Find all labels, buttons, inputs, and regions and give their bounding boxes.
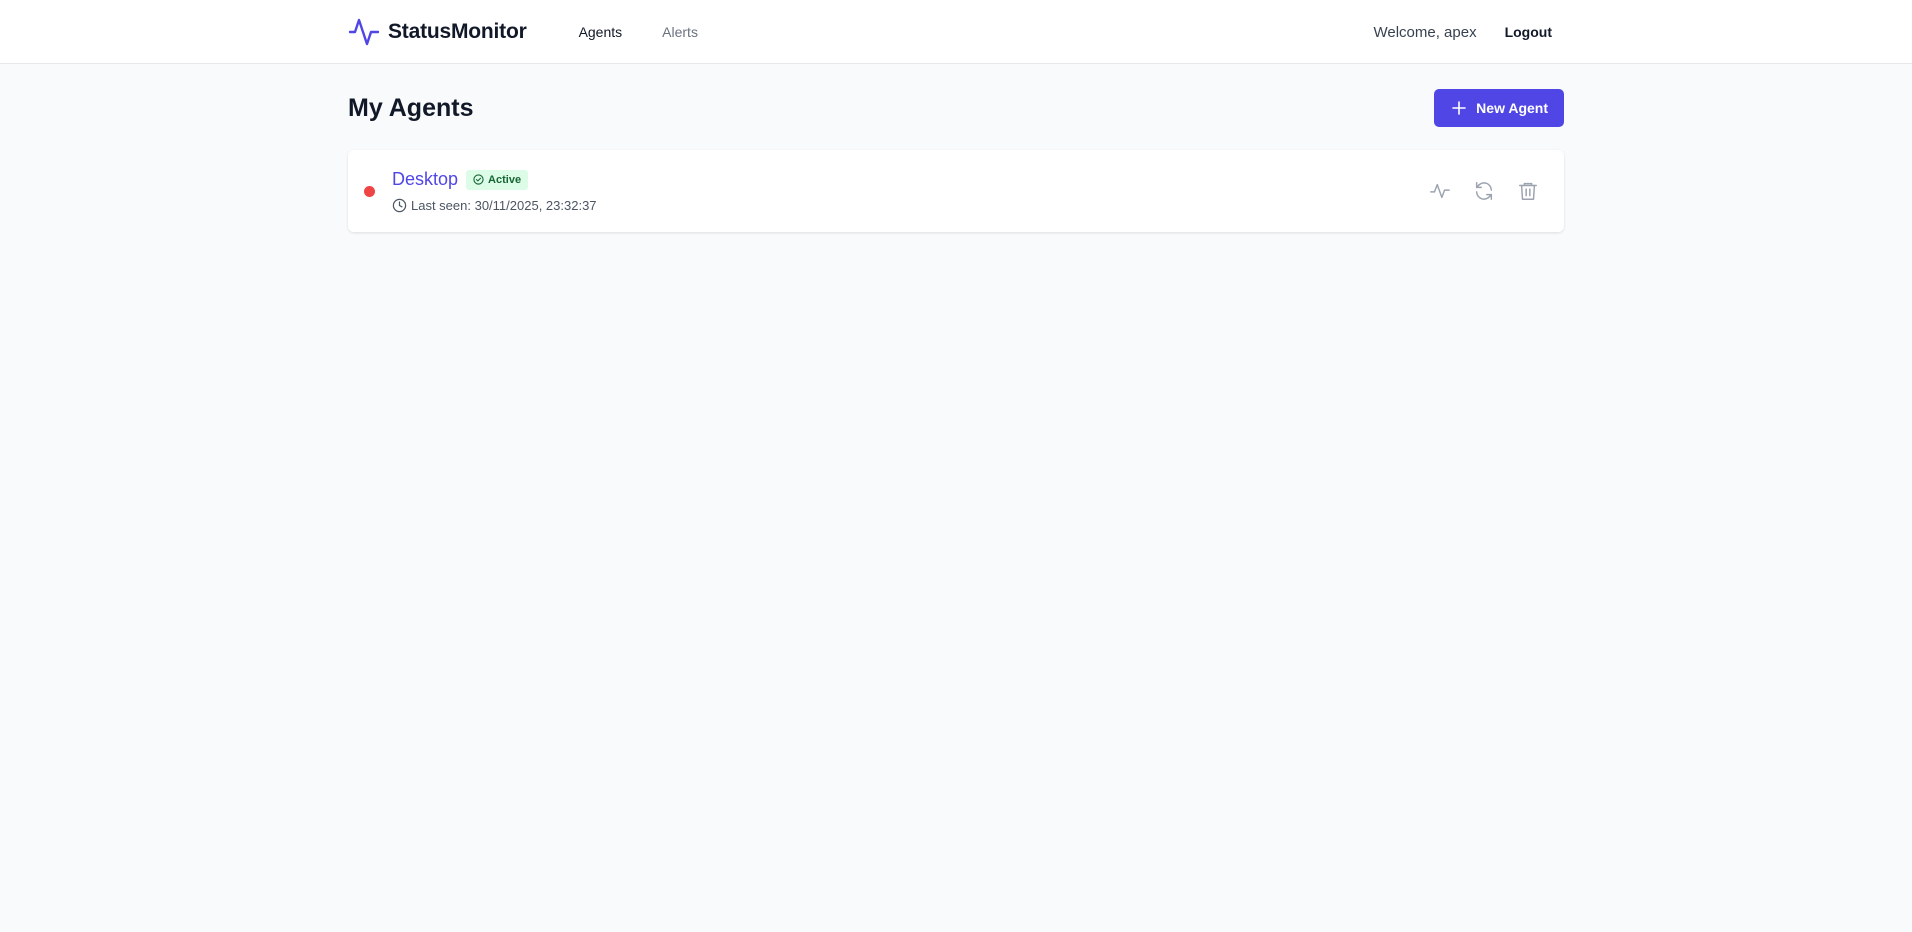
main-nav: Agents Alerts (579, 24, 698, 40)
check-circle-icon (473, 174, 484, 185)
plus-icon (1452, 101, 1466, 115)
brand-name: StatusMonitor (388, 20, 527, 43)
agent-status-dot (364, 186, 375, 197)
welcome-text: Welcome, apex (1373, 23, 1477, 41)
agent-name-link[interactable]: Desktop (392, 169, 458, 190)
status-badge: Active (466, 169, 529, 190)
agent-card: Desktop Active Last seen: 30/11/2025, 23… (348, 150, 1564, 232)
pulse-logo-icon (348, 18, 380, 46)
last-seen-text: Last seen: 30/11/2025, 23:32:37 (411, 198, 597, 213)
nav-item-agents[interactable]: Agents (579, 24, 623, 40)
agent-info: Desktop Active Last seen: 30/11/2025, 23… (392, 169, 597, 213)
delete-button[interactable] (1514, 177, 1542, 205)
navbar-container: StatusMonitor Agents Alerts Welcome, ape… (348, 0, 1564, 64)
agent-last-seen: Last seen: 30/11/2025, 23:32:37 (392, 198, 597, 213)
agent-actions (1426, 177, 1542, 205)
status-badge-label: Active (488, 173, 522, 186)
activity-button[interactable] (1426, 177, 1454, 205)
nav-item-alerts[interactable]: Alerts (662, 24, 698, 40)
clock-icon (392, 198, 407, 213)
brand-link[interactable]: StatusMonitor (348, 16, 527, 48)
user-area: Welcome, apex Logout (1373, 24, 1564, 41)
activity-icon (1430, 183, 1450, 199)
new-agent-label: New Agent (1476, 100, 1548, 116)
trash-icon (1519, 182, 1537, 200)
refresh-button[interactable] (1470, 177, 1498, 205)
page-header: My Agents New Agent (348, 76, 1564, 140)
refresh-icon (1475, 182, 1493, 200)
agent-title-row: Desktop Active (392, 169, 597, 190)
page-title: My Agents (348, 93, 474, 122)
main-content: My Agents New Agent Desktop Active Last … (348, 64, 1564, 232)
new-agent-button[interactable]: New Agent (1434, 89, 1564, 127)
logout-button[interactable]: Logout (1505, 24, 1552, 40)
top-navbar: StatusMonitor Agents Alerts Welcome, ape… (0, 0, 1912, 64)
